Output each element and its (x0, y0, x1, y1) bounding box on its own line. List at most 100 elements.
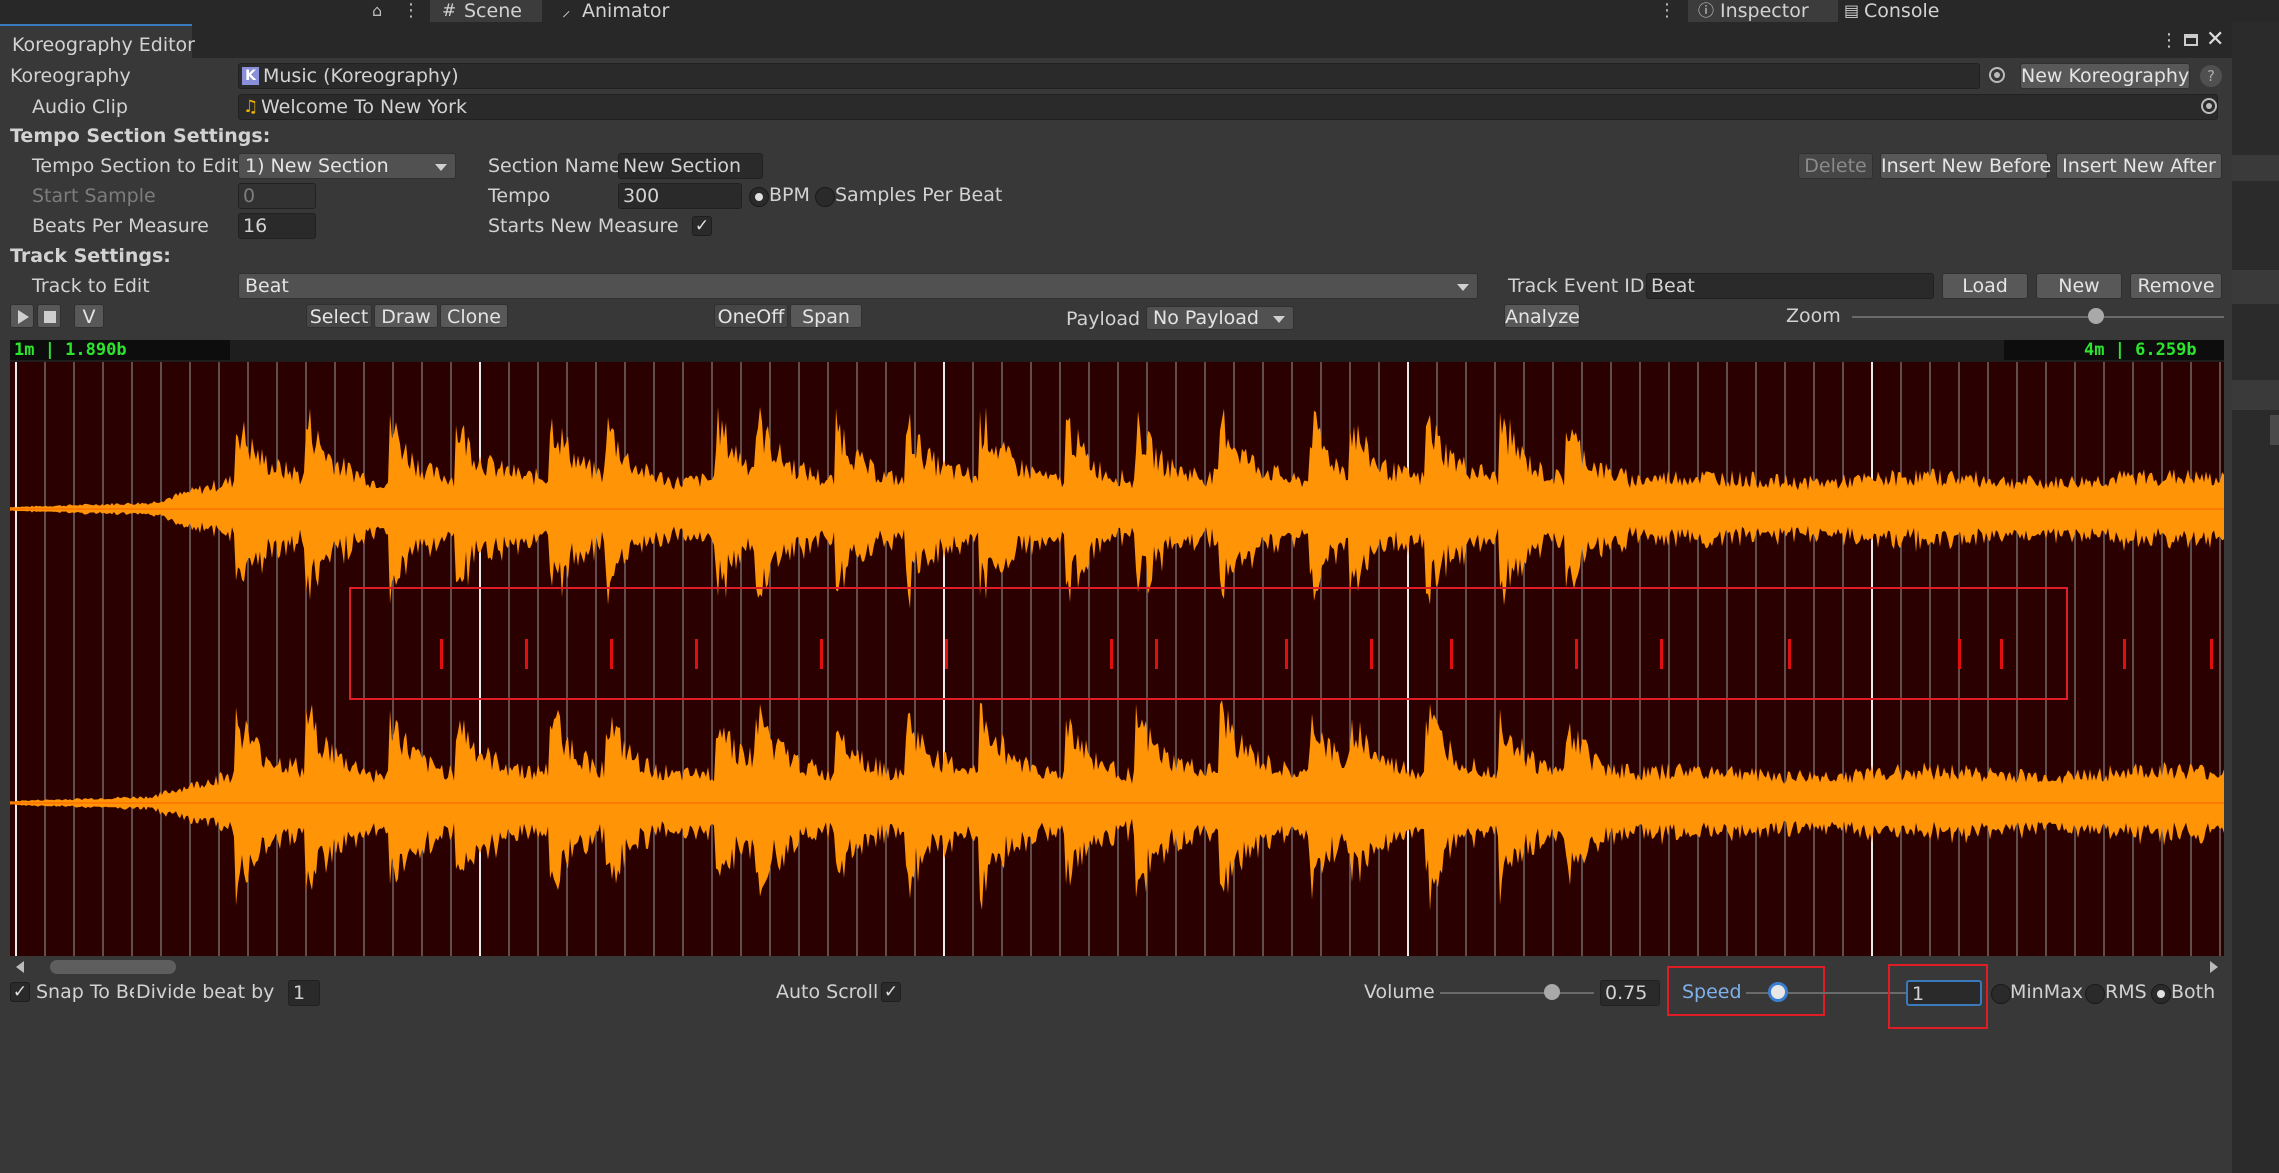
payload-label: Payload (1066, 308, 1141, 330)
v-button[interactable]: V (74, 304, 104, 328)
right-time-text: 4m | 6.259b (2084, 340, 2197, 360)
auto-scroll-checkbox[interactable]: ✓ (881, 982, 901, 1002)
start-sample-value: 0 (243, 185, 256, 207)
draw-mode-button[interactable]: Draw (374, 304, 438, 328)
side-panel-field (2232, 380, 2279, 410)
remove-button[interactable]: Remove (2130, 273, 2222, 299)
kebab-icon[interactable]: ⋮ (1658, 0, 1676, 21)
delete-button[interactable]: Delete (1798, 153, 1873, 179)
start-sample-label: Start Sample (32, 185, 156, 207)
select-mode-button[interactable]: Select (306, 304, 372, 328)
bpm-radio[interactable] (749, 187, 769, 207)
koreography-event-marker[interactable] (610, 639, 613, 669)
insert-new-before-button[interactable]: Insert New Before (1880, 153, 2051, 179)
koreography-event-marker[interactable] (1958, 639, 1961, 669)
console-icon: ▤ (1844, 1, 1860, 20)
koreography-event-marker[interactable] (1155, 639, 1158, 669)
koreography-event-marker[interactable] (1285, 639, 1288, 669)
start-sample-field: 0 (238, 183, 316, 209)
tab-animator-label[interactable]: Animator (582, 0, 669, 22)
beats-per-measure-value: 16 (243, 215, 268, 237)
analyze-button[interactable]: Analyze (1504, 304, 1580, 328)
scroll-left-arrow[interactable] (16, 961, 24, 973)
koreography-asset-icon: K (242, 67, 259, 85)
beats-per-measure-field[interactable]: 16 (238, 213, 316, 239)
new-track-button[interactable]: New (2036, 273, 2122, 299)
tempo-field[interactable]: 300 (618, 183, 742, 209)
samples-per-beat-radio[interactable] (815, 187, 835, 207)
zoom-slider[interactable] (1852, 316, 2224, 318)
left-time-text: 1m | 1.890b (14, 340, 127, 360)
maximize-icon[interactable] (2184, 34, 2198, 46)
snap-to-beat-checkbox[interactable]: ✓ (10, 982, 30, 1002)
tab-console-label[interactable]: Console (1864, 0, 1939, 22)
side-panel (2232, 22, 2279, 1173)
minmax-label: MinMax (2010, 981, 2083, 1003)
koreography-event-marker[interactable] (1450, 639, 1453, 669)
track-settings-header: Track Settings: (10, 245, 171, 267)
volume-slider[interactable] (1440, 992, 1594, 994)
clone-mode-button[interactable]: Clone (440, 304, 508, 328)
kebab-icon[interactable]: ⋮ (2160, 30, 2178, 51)
divide-beat-field[interactable]: 1 (288, 980, 320, 1006)
horizontal-scrollbar-thumb[interactable] (50, 960, 176, 974)
tempo-section-label: Tempo Section to Edit (32, 155, 239, 177)
track-to-edit-label: Track to Edit (32, 275, 150, 297)
both-radio[interactable] (2151, 984, 2171, 1004)
speed-slider-thumb[interactable] (1768, 982, 1788, 1002)
volume-slider-thumb[interactable] (1544, 984, 1560, 1000)
koreography-event-marker[interactable] (440, 639, 443, 669)
koreography-event-marker[interactable] (2123, 639, 2126, 669)
chevron-down-icon (1273, 316, 1285, 323)
koreography-event-marker[interactable] (1788, 639, 1791, 669)
koreography-event-marker[interactable] (525, 639, 528, 669)
play-button[interactable] (10, 304, 34, 328)
help-icon[interactable]: ? (2200, 65, 2222, 87)
speed-field[interactable]: 1 (1906, 980, 1982, 1006)
chevron-down-icon (435, 164, 447, 171)
koreography-event-marker[interactable] (1660, 639, 1663, 669)
minmax-radio[interactable] (1991, 984, 2011, 1004)
span-button[interactable]: Span (790, 304, 862, 328)
koreography-event-marker[interactable] (1370, 639, 1373, 669)
koreography-event-marker[interactable] (2210, 639, 2213, 669)
tempo-section-dropdown[interactable]: 1) New Section (238, 153, 456, 179)
scroll-right-arrow[interactable] (2210, 961, 2218, 973)
divide-beat-value: 1 (293, 982, 306, 1004)
koreography-event-marker[interactable] (820, 639, 823, 669)
volume-field[interactable]: 0.75 (1600, 980, 1660, 1006)
audio-clip-field[interactable]: ♫ Welcome To New York (238, 94, 2218, 120)
waveform-view[interactable] (10, 340, 2224, 956)
side-panel-field (2232, 155, 2279, 181)
track-event-id-field[interactable]: Beat (1646, 273, 1934, 299)
section-name-field[interactable]: New Section (618, 153, 763, 179)
kebab-icon[interactable]: ⋮ (402, 0, 420, 21)
rms-radio[interactable] (2085, 984, 2105, 1004)
starts-new-measure-checkbox[interactable]: ✓ (692, 216, 712, 236)
object-picker-icon[interactable] (1989, 67, 2005, 83)
payload-dropdown[interactable]: No Payload (1146, 306, 1294, 330)
close-icon[interactable]: ✕ (2206, 28, 2224, 52)
tempo-label: Tempo (488, 185, 551, 207)
tempo-section-header: Tempo Section Settings: (10, 125, 271, 147)
load-button[interactable]: Load (1942, 273, 2028, 299)
insert-new-after-button[interactable]: Insert New After (2056, 153, 2222, 179)
zoom-slider-thumb[interactable] (2088, 308, 2104, 324)
stop-button[interactable] (37, 304, 61, 328)
beats-per-measure-label: Beats Per Measure (32, 215, 209, 237)
info-icon: ⓘ (1698, 1, 1715, 20)
koreography-event-marker[interactable] (1575, 639, 1578, 669)
koreography-event-marker[interactable] (2000, 639, 2003, 669)
lock-icon[interactable]: ⌂ (372, 1, 388, 20)
koreography-event-marker[interactable] (695, 639, 698, 669)
oneoff-button[interactable]: OneOff (714, 304, 788, 328)
koreography-event-marker[interactable] (1110, 639, 1113, 669)
track-to-edit-dropdown[interactable]: Beat (238, 273, 1478, 299)
koreography-event-marker[interactable] (945, 639, 948, 669)
samples-per-beat-label: Samples Per Beat (835, 184, 1003, 206)
waveform-top-band (10, 340, 2224, 362)
rms-label: RMS (2105, 981, 2147, 1003)
new-koreography-button[interactable]: New Koreography (2020, 63, 2190, 89)
koreography-field[interactable]: K Music (Koreography) (238, 63, 1980, 89)
object-picker-icon[interactable] (2201, 98, 2217, 114)
